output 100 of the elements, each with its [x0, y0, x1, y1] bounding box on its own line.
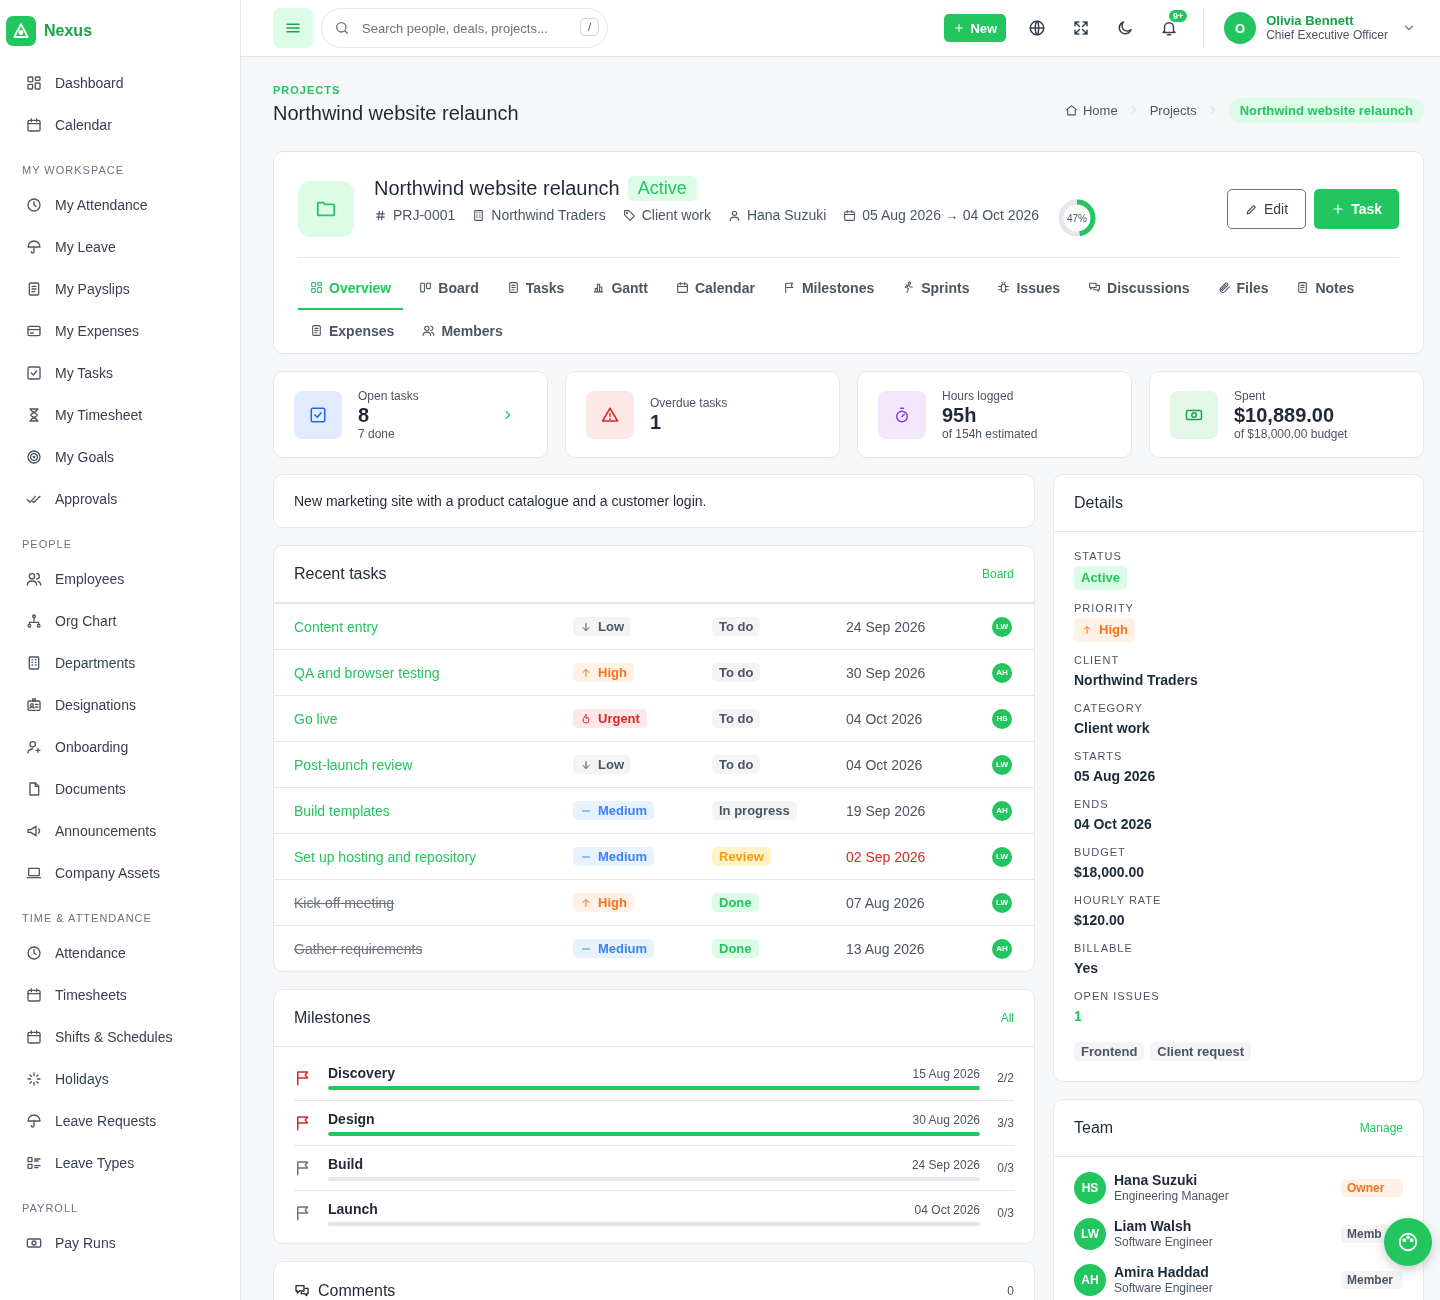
tab[interactable]: Members: [410, 310, 515, 353]
milestone-name: Discovery: [328, 1065, 395, 1081]
status-badge: Review: [712, 847, 771, 866]
priority-badge: Medium: [573, 801, 655, 820]
notebook-icon: [1296, 281, 1310, 294]
tag: Frontend: [1074, 1042, 1145, 1061]
target-icon: [26, 449, 42, 465]
list-icon: [26, 1155, 42, 1171]
sidebar-item[interactable]: Timesheets: [0, 974, 240, 1016]
member-role: Engineering Manager: [1114, 1189, 1230, 1204]
sidebar-item[interactable]: Designations: [0, 684, 240, 726]
shortcut-key: /: [579, 18, 599, 36]
sidebar-item[interactable]: Leave Types: [0, 1142, 240, 1184]
plus-icon: [953, 22, 966, 34]
checkbox-icon: [309, 405, 327, 424]
sidebar-item[interactable]: Calendar: [0, 104, 240, 146]
moon-icon: [1116, 19, 1135, 37]
stat-label: Open tasks: [358, 388, 420, 403]
tab[interactable]: Files: [1205, 267, 1281, 310]
stat-label: Hours logged: [942, 388, 1015, 403]
tab[interactable]: Calendar: [663, 267, 767, 310]
people-icon: [26, 571, 42, 587]
sidebar-item[interactable]: Shifts & Schedules: [0, 1016, 240, 1058]
arrow-up-icon: [580, 896, 592, 909]
status-badge: Active: [627, 176, 697, 201]
sidebar-item[interactable]: Dashboard: [0, 62, 240, 104]
sidebar-item[interactable]: My Attendance: [0, 184, 240, 226]
user-avatar: O: [1224, 12, 1257, 44]
sidebar-item[interactable]: Holidays: [0, 1058, 240, 1100]
calendar-icon: [843, 208, 857, 222]
assignee-avatar: LW: [992, 892, 1012, 913]
field-label: CLIENT: [1074, 654, 1120, 666]
people-icon: [422, 324, 436, 337]
status-badge: To do: [712, 709, 761, 728]
umbrella-icon: [26, 239, 42, 255]
sidebar-item[interactable]: Departments: [0, 642, 240, 684]
milestone-name: Design: [328, 1110, 375, 1127]
field-label: PRIORITY: [1074, 602, 1134, 614]
assignee-avatar: LW: [992, 846, 1012, 867]
task-name[interactable]: Kick-off meeting: [294, 894, 395, 911]
due-date: 02 Sep 2026: [846, 848, 927, 865]
sidebar-item[interactable]: My Tasks: [0, 352, 240, 394]
chat-icon: [294, 1282, 310, 1299]
due-date: 07 Aug 2026: [846, 894, 926, 911]
umbrella-icon: [26, 1113, 42, 1129]
tab[interactable]: Discussions: [1076, 267, 1202, 310]
project-title: Northwind website relaunch: [374, 177, 620, 200]
bell-icon: [1160, 19, 1179, 37]
paperclip-icon: [1217, 281, 1231, 294]
warning-icon: [601, 405, 619, 424]
tab[interactable]: Sprints: [890, 267, 982, 310]
stat-label: Overdue tasks: [650, 395, 729, 410]
section-heading: TIME & ATTENDANCE: [21, 911, 153, 926]
milestone-count: 0/3: [996, 1206, 1014, 1220]
project-meta: PRJ-0001: [374, 207, 456, 223]
tab[interactable]: Issues: [985, 267, 1073, 310]
due-date: 30 Sep 2026: [846, 664, 927, 681]
clock-icon: [26, 197, 42, 213]
role-badge: Owner: [1341, 1179, 1403, 1197]
app-name: Nexus: [44, 22, 93, 40]
field-value: Client work: [1074, 720, 1150, 736]
sidebar-item[interactable]: My Timesheet: [0, 394, 240, 436]
calendar-icon: [26, 987, 42, 1003]
folder-icon: [298, 181, 354, 237]
sidebar-item[interactable]: Org Chart: [0, 600, 240, 642]
edit-button[interactable]: Edit: [1227, 189, 1307, 229]
task-name[interactable]: Gather requirements: [294, 940, 423, 957]
palette-icon: [1397, 1231, 1419, 1253]
tab[interactable]: Board: [407, 267, 491, 310]
home-icon: [1065, 103, 1078, 117]
field-label: OPEN ISSUES: [1074, 990, 1160, 1002]
field-value: $120.00: [1074, 912, 1125, 928]
sidebar-item[interactable]: Approvals: [0, 478, 240, 520]
sidebar-item[interactable]: Employees: [0, 558, 240, 600]
clipboard-icon: [506, 281, 520, 294]
tab[interactable]: Milestones: [770, 267, 887, 310]
sidebar-item[interactable]: My Expenses: [0, 310, 240, 352]
sidebar-item[interactable]: Onboarding: [0, 726, 240, 768]
sidebar-item[interactable]: My Payslips: [0, 268, 240, 310]
tab[interactable]: Notes: [1284, 267, 1367, 310]
sidebar-item[interactable]: My Leave: [0, 226, 240, 268]
runner-icon: [902, 281, 916, 294]
assignee-avatar: AH: [992, 800, 1012, 821]
stat-note: of $18,000.00 budget: [1234, 426, 1349, 441]
globe-icon: [1028, 19, 1047, 37]
sidebar-item[interactable]: Attendance: [0, 932, 240, 974]
sidebar-item[interactable]: Pay Runs: [0, 1222, 240, 1264]
calendar-icon: [675, 281, 689, 294]
sidebar-item[interactable]: Leave Requests: [0, 1100, 240, 1142]
sidebar-item[interactable]: My Goals: [0, 436, 240, 478]
tab[interactable]: Gantt: [580, 267, 660, 310]
file-icon: [26, 781, 42, 797]
breadcrumb[interactable]: Home: [1065, 97, 1118, 123]
sidebar-item[interactable]: Documents: [0, 768, 240, 810]
sidebar-item[interactable]: Company Assets: [0, 852, 240, 894]
tab[interactable]: Expenses: [298, 310, 407, 353]
breadcrumb[interactable]: Projects: [1149, 97, 1197, 123]
tab[interactable]: Tasks: [494, 267, 577, 310]
sidebar-item[interactable]: Announcements: [0, 810, 240, 852]
user-role: Chief Executive Officer: [1266, 28, 1388, 42]
